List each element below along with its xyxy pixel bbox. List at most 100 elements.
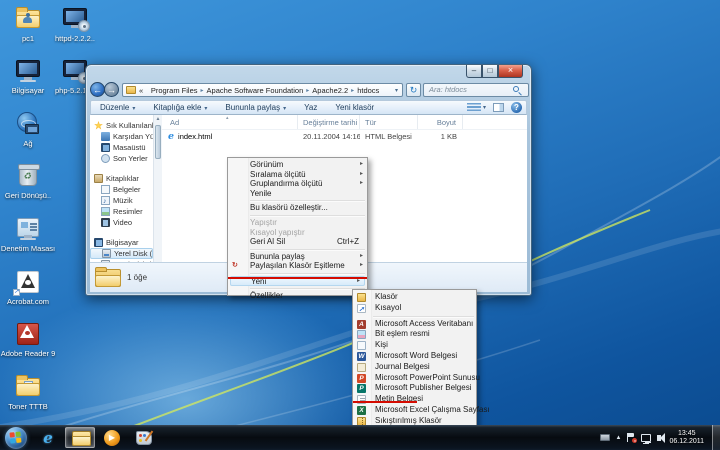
sidebar-group-computer[interactable]: Bilgisayar <box>90 237 153 248</box>
change-view-icon[interactable] <box>467 103 481 112</box>
submenu-item-kisayol[interactable]: ➚Kısayol <box>353 303 476 314</box>
taskbar-clock[interactable]: 13:45 06.12.2011 <box>665 430 712 446</box>
menu-item-bununla-paylas[interactable]: Bununla paylaş▸ <box>228 252 367 262</box>
desktop-icon-ag[interactable]: Ağ <box>0 110 57 148</box>
menu-item-geri-al-sil[interactable]: Geri Al SilCtrl+Z <box>228 237 367 247</box>
start-button[interactable] <box>5 427 27 449</box>
preview-pane-icon[interactable] <box>493 103 504 112</box>
chevron-down-icon[interactable]: ▾ <box>483 104 486 111</box>
menu-item-gorunum[interactable]: Görünüm▸ <box>228 160 367 170</box>
toolbar-yaz[interactable]: Yaz <box>295 103 326 112</box>
toolbar-yeni-klasor[interactable]: Yeni klasör <box>326 103 383 112</box>
maximize-button[interactable]: □ <box>482 65 498 78</box>
bitmap-image-icon <box>357 330 366 339</box>
sidebar-group-favorites[interactable]: Sık Kullanılanlar <box>90 120 153 131</box>
column-header-type[interactable]: Tür <box>360 115 418 129</box>
submenu-item-metin-belgesi[interactable]: Metin Belgesi <box>353 394 476 405</box>
submenu-item-bitmap[interactable]: Bit eşlem resmi <box>353 329 476 340</box>
menu-item-siralama-olcutu[interactable]: Sıralama ölçütü▸ <box>228 170 367 180</box>
installer-icon <box>60 5 90 33</box>
sidebar-item-pictures[interactable]: Resimler <box>90 206 153 217</box>
taskbar-ie-button[interactable]: e <box>33 427 63 448</box>
submenu-item-access[interactable]: AMicrosoft Access Veritabanı <box>353 319 476 330</box>
toolbar: Düzenle▾ Kitaplığa ekle▾ Bununla paylaş▾… <box>90 100 527 115</box>
documents-icon <box>101 185 110 194</box>
toolbar-duzenle[interactable]: Düzenle▾ <box>91 103 144 112</box>
breadcrumb[interactable]: « . Program Files ▸ Apache Software Foun… <box>122 83 403 97</box>
submenu-item-kisi[interactable]: Kişi <box>353 340 476 351</box>
back-button[interactable]: ← <box>90 82 105 97</box>
column-headers: Ad▴ Değiştirme tarihi Tür Boyut <box>162 115 527 130</box>
sync-icon: ↻ <box>232 262 240 270</box>
minimize-button[interactable]: – <box>466 65 482 78</box>
submenu-item-klasor[interactable]: Klasör <box>353 292 476 303</box>
sidebar-item-documents[interactable]: Belgeler <box>90 184 153 195</box>
column-header-size[interactable]: Boyut <box>418 115 463 129</box>
show-desktop-button[interactable] <box>712 425 720 450</box>
network-tray-icon[interactable] <box>641 434 651 442</box>
file-size: 1 KB <box>418 130 463 143</box>
column-header-name[interactable]: Ad▴ <box>162 115 298 129</box>
context-menu: Görünüm▸ Sıralama ölçütü▸ Gruplandırma ö… <box>227 157 368 296</box>
sidebar-item-downloads[interactable]: Karşıdan Yüklem <box>90 131 153 142</box>
powerpoint-icon: P <box>357 374 366 383</box>
volume-icon[interactable] <box>657 435 661 441</box>
taskbar-media-player-button[interactable]: ▶ <box>97 427 127 448</box>
submenu-arrow-icon: ▸ <box>360 170 363 180</box>
desktop-icon-httpd-installer[interactable]: httpd-2.2.2.. <box>46 5 104 43</box>
menu-item-paylasilan-klasor-esitleme[interactable]: ↻Paylaşılan Klasör Eşitleme▸ <box>228 261 367 271</box>
desktop-icon-adobe-reader[interactable]: Adobe Reader 9 <box>0 320 57 358</box>
breadcrumb-segment[interactable]: Program Files <box>151 86 198 95</box>
file-row[interactable]: eindex.html 20.11.2004 14:16 HTML Belges… <box>162 130 527 143</box>
column-header-date[interactable]: Değiştirme tarihi <box>298 115 360 129</box>
sidebar-item-desktop[interactable]: Masaüstü <box>90 142 153 153</box>
file-name: index.html <box>178 130 212 143</box>
desktop-icon-denetim-masasi[interactable]: Denetim Masası <box>0 215 57 253</box>
submenu-item-publisher[interactable]: PMicrosoft Publisher Belgesi <box>353 383 476 394</box>
sidebar-group-libraries[interactable]: Kitaplıklar <box>90 173 153 184</box>
taskbar: e ▶ ▲ x 13:45 06.12.2011 <box>0 425 720 450</box>
help-icon[interactable]: ? <box>511 102 522 113</box>
submenu-item-journal[interactable]: Journal Belgesi <box>353 362 476 373</box>
libraries-icon <box>94 174 103 183</box>
menu-item-gruplandirma-olcutu[interactable]: Gruplandırma ölçütü▸ <box>228 179 367 189</box>
excel-icon: X <box>357 406 366 415</box>
desktop-icon-recycle-bin[interactable]: Geri Dönüşü.. <box>0 162 57 200</box>
tray-device-icon[interactable] <box>600 434 610 441</box>
action-center-flag-icon[interactable]: x <box>627 433 635 442</box>
sidebar-item-videos[interactable]: Video <box>90 217 153 228</box>
sidebar-item-recent[interactable]: Son Yerler <box>90 153 153 164</box>
taskbar-paint-button[interactable] <box>129 427 159 448</box>
taskbar-explorer-button[interactable] <box>65 427 95 448</box>
breadcrumb-segment[interactable]: Apache Software Foundation <box>207 86 304 95</box>
clock-date: 06.12.2011 <box>669 438 704 446</box>
hidden-icons-arrow-icon[interactable]: ▲ <box>616 435 622 441</box>
adobe-reader-icon <box>13 320 43 348</box>
menu-item-ozellikler[interactable]: Özellikler <box>228 291 367 301</box>
desktop-icon-acrobat-com[interactable]: Acrobat.com <box>0 268 57 306</box>
refresh-button[interactable]: ↻ <box>406 83 421 97</box>
breadcrumb-segment[interactable]: Apache2.2 <box>312 86 348 95</box>
toolbar-bununla-paylas[interactable]: Bununla paylaş▾ <box>216 103 295 112</box>
sidebar-item-local-disk-c[interactable]: Yerel Disk (C:) <box>90 248 153 259</box>
user-folder-icon <box>13 5 43 33</box>
breadcrumb-segment[interactable]: htdocs <box>357 86 379 95</box>
sidebar-item-music[interactable]: Müzik <box>90 195 153 206</box>
submenu-item-word[interactable]: WMicrosoft Word Belgesi <box>353 351 476 362</box>
submenu-item-excel[interactable]: XMicrosoft Excel Çalışma Sayfası <box>353 405 476 416</box>
breadcrumb-separator-icon: ▸ <box>201 87 204 94</box>
system-tray: ▲ x 13:45 06.12.2011 <box>600 425 720 450</box>
toolbar-kitapliga-ekle[interactable]: Kitaplığa ekle▾ <box>144 103 216 112</box>
scroll-up-icon[interactable]: ▲ <box>154 115 162 124</box>
menu-item-bu-klasoru-ozellestir[interactable]: Bu klasörü özelleştir... <box>228 203 367 213</box>
forward-button[interactable]: → <box>104 82 119 97</box>
address-dropdown-icon[interactable]: ▾ <box>395 87 400 94</box>
menu-item-yenile[interactable]: Yenile <box>228 189 367 199</box>
scrollbar-thumb[interactable] <box>155 125 161 159</box>
desktop-icon-label: httpd-2.2.2.. <box>46 35 104 43</box>
submenu-item-powerpoint[interactable]: PMicrosoft PowerPoint Sunusu <box>353 373 476 384</box>
desktop-icon-toner[interactable]: Toner TTTB <box>0 373 57 411</box>
sidebar-scrollbar[interactable]: ▲ <box>153 115 162 263</box>
explorer-folder-icon <box>72 431 89 444</box>
close-button[interactable]: × <box>498 65 523 78</box>
